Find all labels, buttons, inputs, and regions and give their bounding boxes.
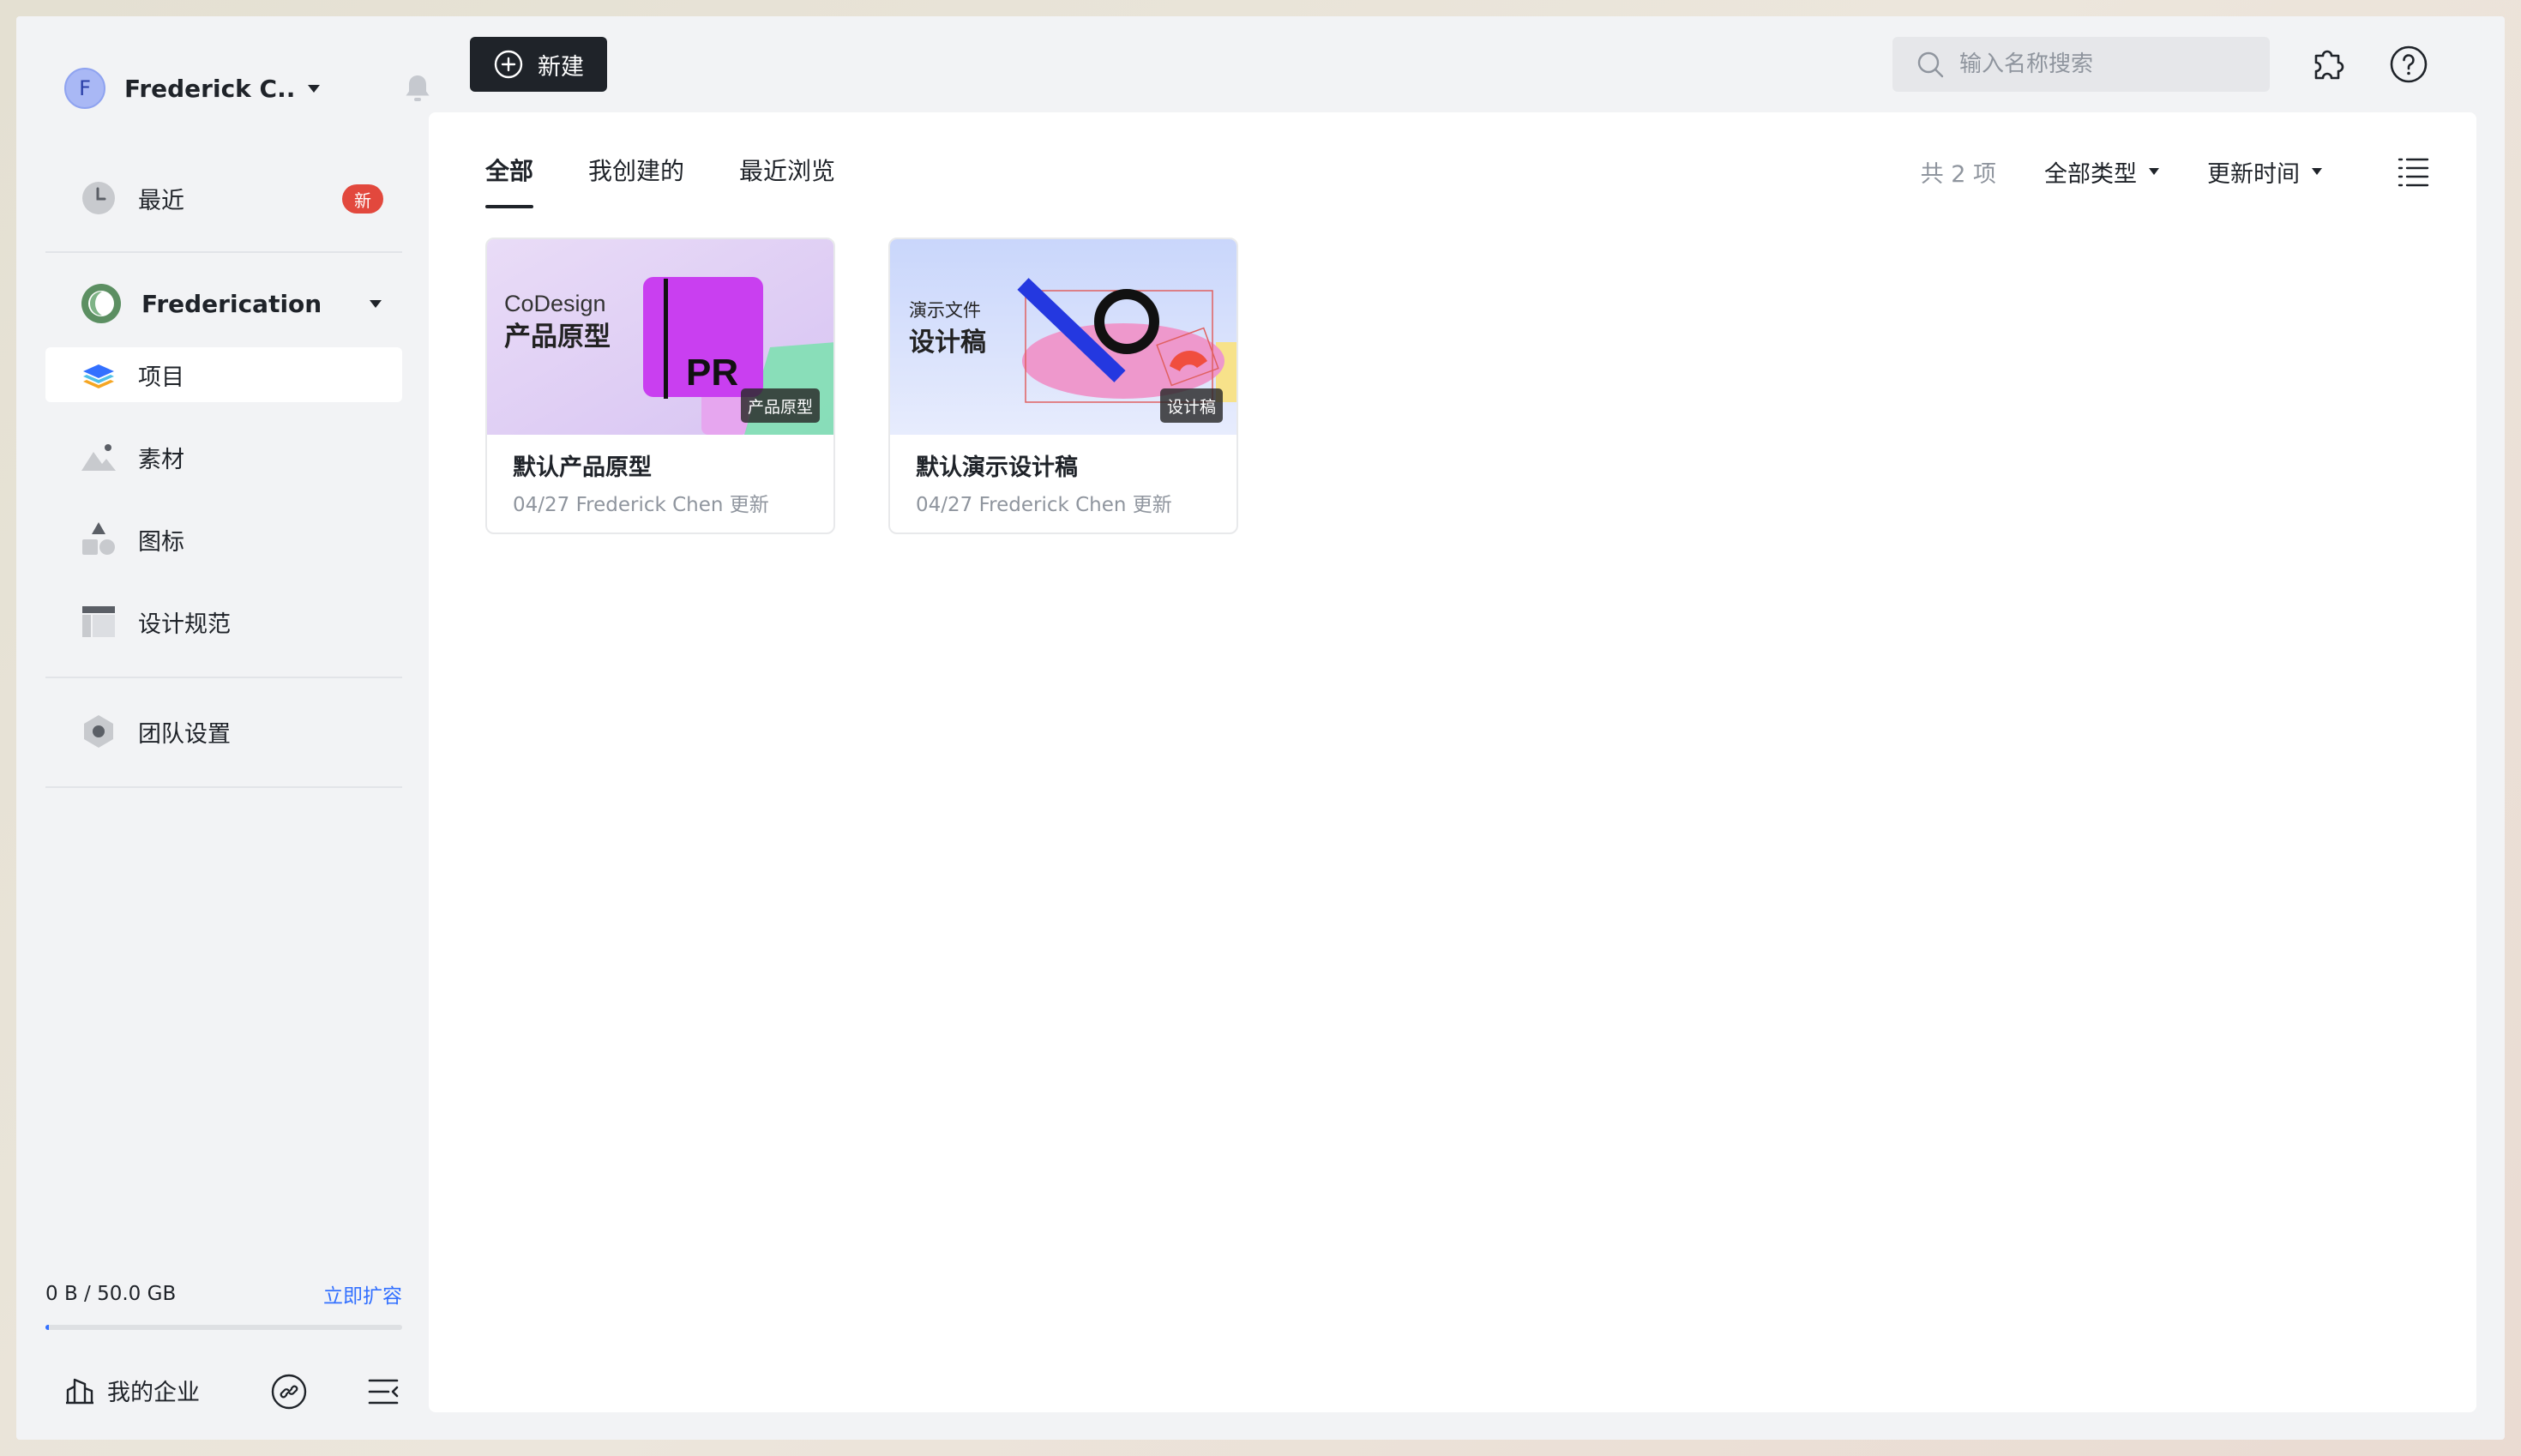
team-switcher[interactable]: Frederication <box>45 274 402 334</box>
svg-text:CoDesign: CoDesign <box>504 291 606 316</box>
plugin-icon[interactable] <box>2307 44 2349 85</box>
sidebar-item-design-spec[interactable]: 设计规范 <box>45 594 402 649</box>
sidebar-item-icons[interactable]: 图标 <box>45 512 402 567</box>
sidebar-item-team-settings[interactable]: 团队设置 <box>45 704 402 759</box>
mountain-image-icon <box>80 438 117 476</box>
sort-dropdown[interactable]: 更新时间 <box>2207 155 2322 189</box>
divider <box>45 251 402 253</box>
chevron-down-icon[interactable] <box>308 84 320 93</box>
layers-icon <box>80 356 117 394</box>
bell-icon[interactable] <box>400 71 435 105</box>
project-title: 默认演示设计稿 <box>916 454 1078 481</box>
storage-progress-fill <box>45 1325 50 1330</box>
sidebar: F Frederick C... 最近 新 Frederication 项目 素… <box>16 16 430 1440</box>
plus-circle-icon <box>494 50 523 79</box>
type-filter-dropdown[interactable]: 全部类型 <box>2044 155 2159 189</box>
tab-recently-viewed[interactable]: 最近浏览 <box>739 147 835 208</box>
sidebar-footer: 我的企业 <box>64 1363 416 1417</box>
svg-text:PR: PR <box>686 352 738 394</box>
svg-text:产品原型: 产品原型 <box>504 322 611 352</box>
storage-text: 0 B / 50.0 GB <box>45 1283 177 1305</box>
user-menu[interactable]: F Frederick C... <box>64 54 430 123</box>
list-toolbar: 共 2 项 全部类型 更新时间 <box>1921 147 2430 196</box>
chevron-down-icon[interactable] <box>370 299 382 308</box>
team-logo-icon <box>81 284 121 323</box>
project-meta: 04/27 Frederick Chen 更新 <box>916 494 1172 516</box>
new-button[interactable]: 新建 <box>470 37 607 92</box>
list-view-icon[interactable] <box>2396 154 2430 189</box>
my-enterprise-label: 我的企业 <box>107 1379 200 1406</box>
svg-text:演示文件: 演示文件 <box>909 300 981 321</box>
app-window: F Frederick C... 最近 新 Frederication 项目 素… <box>16 16 2505 1440</box>
avatar[interactable]: F <box>64 68 105 109</box>
project-type-tag: 设计稿 <box>1159 388 1223 423</box>
layout-grid-icon <box>80 603 117 641</box>
tab-bar: 全部 我创建的 最近浏览 <box>485 147 890 208</box>
new-badge: 新 <box>342 184 383 214</box>
building-icon <box>66 1378 93 1405</box>
collapse-sidebar-icon[interactable] <box>366 1375 400 1409</box>
my-enterprise-button[interactable]: 我的企业 <box>64 1374 200 1407</box>
project-card[interactable]: 演示文件 设计稿 设计稿 默认演示设计稿 04/27 Frederick Che… <box>888 238 1238 534</box>
storage-usage: 0 B / 50.0 GB 立即扩容 <box>45 1279 402 1330</box>
sidebar-item-label: 项目 <box>138 364 184 391</box>
project-type-tag: 产品原型 <box>740 388 820 423</box>
upgrade-storage-link[interactable]: 立即扩容 <box>323 1279 402 1309</box>
sidebar-item-label: 最近 <box>138 187 184 214</box>
new-button-label: 新建 <box>538 53 584 81</box>
sidebar-item-recent[interactable]: 最近 新 <box>45 171 402 226</box>
search-icon <box>1917 51 1944 78</box>
clock-icon <box>80 179 117 217</box>
project-thumbnail: 演示文件 设计稿 设计稿 <box>890 239 1236 435</box>
tab-created-by-me[interactable]: 我创建的 <box>588 147 684 208</box>
sidebar-item-label: 团队设置 <box>138 720 231 748</box>
project-card[interactable]: PR CoDesign 产品原型 产品原型 默认产品原型 04/27 Frede… <box>485 238 835 534</box>
sidebar-item-projects[interactable]: 项目 <box>45 347 402 402</box>
shapes-icon <box>80 520 117 558</box>
help-icon[interactable] <box>2388 44 2429 85</box>
link-icon[interactable] <box>270 1373 308 1411</box>
svg-text:设计稿: 设计稿 <box>909 328 986 358</box>
sidebar-item-label: 图标 <box>138 528 184 556</box>
team-name: Frederication <box>141 289 322 318</box>
project-title: 默认产品原型 <box>513 454 652 481</box>
item-count: 共 2 项 <box>1920 160 1996 188</box>
project-meta: 04/27 Frederick Chen 更新 <box>513 494 769 516</box>
divider <box>45 677 402 678</box>
sidebar-item-assets[interactable]: 素材 <box>45 430 402 484</box>
chevron-down-icon <box>2312 168 2322 175</box>
sidebar-item-label: 素材 <box>138 446 184 473</box>
chevron-down-icon <box>2149 168 2159 175</box>
search-input[interactable] <box>1959 51 2251 77</box>
project-thumbnail: PR CoDesign 产品原型 产品原型 <box>487 239 833 435</box>
storage-progress-bar <box>45 1325 402 1330</box>
divider <box>45 786 402 788</box>
sort-label: 更新时间 <box>2207 160 2300 188</box>
search-box[interactable] <box>1892 37 2270 92</box>
project-grid: PR CoDesign 产品原型 产品原型 默认产品原型 04/27 Frede… <box>485 238 1291 534</box>
tab-all[interactable]: 全部 <box>485 147 534 208</box>
main-panel: 全部 我创建的 最近浏览 共 2 项 全部类型 更新时间 PR CoDesign… <box>429 112 2476 1412</box>
hexagon-gear-icon <box>80 713 117 750</box>
sidebar-item-label: 设计规范 <box>138 611 231 638</box>
type-filter-label: 全部类型 <box>2044 160 2137 188</box>
user-name[interactable]: Frederick C... <box>124 75 296 103</box>
